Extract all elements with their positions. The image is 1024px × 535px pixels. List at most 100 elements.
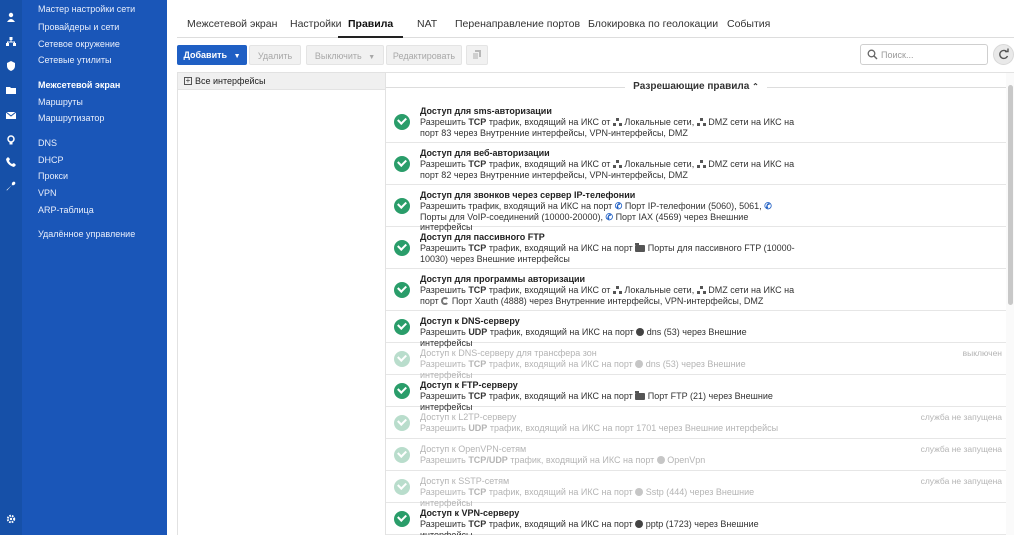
network-icon[interactable] [6,37,16,47]
tree-item-label: Все интерфейсы [195,76,266,86]
sidebar-item-arp[interactable]: ARP-таблица [38,204,94,216]
chevron-up-icon: ⌃ [752,82,759,91]
rule-title: Доступ к FTP-серверу [420,380,518,390]
rule-description: Разрешить TCP трафик, входящий на ИКС от… [420,285,795,306]
rule-title: Доступ для веб-авторизации [420,148,550,158]
settings-gear-icon[interactable] [6,514,16,524]
check-circle-icon [394,240,410,256]
sidebar-item-providers[interactable]: Провайдеры и сети [38,21,119,33]
rule-row[interactable]: Доступ к FTP-серверу Разрешить TCP трафик… [386,375,1006,412]
sidebar-item-router[interactable]: Маршрутизатор [38,112,104,124]
rule-title: Доступ к VPN-серверу [420,508,520,518]
sidebar: Мастер настройки сети Провайдеры и сети … [22,0,167,535]
rule-status: служба не запущена [920,476,1002,486]
scrollbar-thumb[interactable] [1008,85,1013,305]
wrench-icon[interactable] [6,181,16,191]
rule-description: Разрешить TCP/UDP трафик, входящий на ИК… [420,455,706,465]
add-button-label: Добавить [183,50,228,60]
rule-row[interactable]: Доступ для программы авторизации Разрешит… [386,269,1006,311]
tab-settings[interactable]: Настройки [290,10,342,38]
rule-title: Доступ к L2TP-серверу [420,412,517,422]
disable-button[interactable]: Выключить ▼ [306,45,384,65]
sidebar-item-network-wizard[interactable]: Мастер настройки сети [38,3,135,15]
rule-title: Доступ к OpenVPN-сетям [420,444,527,454]
bulb-icon[interactable] [6,135,16,145]
check-circle-icon [394,511,410,527]
rule-description: Разрешить TCP трафик, входящий на ИКС на… [420,243,795,264]
tree-item-all-interfaces[interactable]: + Все интерфейсы [178,73,385,90]
rule-description: Разрешить UDP трафик, входящий на ИКС на… [420,423,779,433]
check-circle-icon [394,319,410,335]
rule-title: Доступ к DNS-серверу для трансфера зон [420,348,597,358]
user-icon[interactable] [6,12,16,22]
rule-title: Доступ для звонков через сервер IP-телеф… [420,190,636,200]
rule-status: служба не запущена [920,444,1002,454]
sidebar-item-network-utils[interactable]: Сетевые утилиты [38,54,112,66]
sidebar-item-firewall[interactable]: Межсетевой экран [38,79,120,91]
sidebar-item-remote-mgmt[interactable]: Удалённое управление [38,228,135,240]
sidebar-item-vpn[interactable]: VPN [38,187,57,199]
search-input[interactable] [881,47,981,62]
rule-row[interactable]: Доступ для пассивного FTP Разрешить TCP т… [386,227,1006,269]
copy-button[interactable] [466,45,488,65]
rule-status: служба не запущена [920,412,1002,422]
rule-title: Доступ к SSTP-сетям [420,476,510,486]
rule-row[interactable]: Доступ к L2TP-серверу Разрешить UDP трафи… [386,407,1006,439]
rule-row[interactable]: Доступ для веб-авторизации Разрешить TCP … [386,143,1006,185]
sidebar-item-network-env[interactable]: Сетевое окружение [38,38,120,50]
tab-rules[interactable]: Правила [338,10,404,38]
rule-row[interactable]: Доступ к SSTP-сетям Разрешить TCP трафик,… [386,471,1006,508]
check-circle-icon [394,198,410,214]
rule-row[interactable]: Доступ к VPN-серверу Разрешить TCP трафик… [386,503,1006,535]
rule-status: выключен [962,348,1002,358]
phone-icon[interactable] [6,157,16,167]
rule-description: Разрешить TCP трафик, входящий на ИКС от… [420,117,795,138]
search-box [860,44,988,65]
sidebar-item-dhcp[interactable]: DHCP [38,154,64,166]
shield-icon[interactable] [6,61,16,71]
check-circle-icon [394,383,410,399]
folder-icon[interactable] [6,85,16,95]
rule-title: Доступ для пассивного FTP [420,232,545,242]
tab-geo-block[interactable]: Блокировка по геолокации [588,10,718,38]
check-circle-icon [394,282,410,298]
check-circle-disabled-icon [394,479,410,495]
disable-button-label: Выключить [314,51,362,61]
refresh-button[interactable] [993,44,1014,65]
tab-port-forwarding[interactable]: Перенаправление портов [455,10,580,38]
rule-title: Доступ для sms-авторизации [420,106,552,116]
rules-panel: Разрешающие правила ⌃ Доступ для sms-авт… [386,72,1014,535]
rules-section-header[interactable]: Разрешающие правила ⌃ [386,73,1006,101]
edit-button[interactable]: Редактировать [386,45,462,65]
check-circle-icon [394,156,410,172]
sidebar-item-routes[interactable]: Маршруты [38,96,83,108]
rule-title: Доступ к DNS-серверу [420,316,520,326]
tab-nat[interactable]: NAT [417,10,437,38]
add-button[interactable]: Добавить ▼ [177,45,247,65]
rule-row[interactable]: Доступ к DNS-серверу для трансфера зон Ра… [386,343,1006,380]
sidebar-item-dns[interactable]: DNS [38,137,57,149]
rule-description: Разрешить TCP трафик, входящий на ИКС от… [420,159,795,180]
expand-icon[interactable]: + [184,77,192,85]
rule-row[interactable]: Доступ к DNS-серверу Разрешить UDP трафик… [386,311,1006,348]
mail-icon[interactable] [5,110,17,120]
caret-down-icon: ▼ [233,53,241,60]
rules-section-title: Разрешающие правила [633,81,750,92]
icon-rail [0,0,22,535]
rule-title: Доступ для программы авторизации [420,274,586,284]
sidebar-item-proxy[interactable]: Прокси [38,170,68,182]
rule-row[interactable]: Доступ для sms-авторизации Разрешить TCP … [386,101,1006,143]
tab-firewall[interactable]: Межсетевой экран [187,10,277,38]
rule-row[interactable]: Доступ для звонков через сервер IP-телеф… [386,185,1006,232]
rule-row[interactable]: Доступ к OpenVPN-сетям Разрешить TCP/UDP … [386,439,1006,471]
refresh-icon [999,48,1009,60]
check-circle-disabled-icon [394,415,410,431]
rule-description: Разрешить TCP трафик, входящий на ИКС на… [420,519,759,535]
delete-button[interactable]: Удалить [249,45,301,65]
tab-events[interactable]: События [727,10,770,38]
check-circle-icon [394,114,410,130]
check-circle-disabled-icon [394,447,410,463]
interfaces-tree: + Все интерфейсы [177,72,386,535]
check-circle-disabled-icon [394,351,410,367]
tab-bar: Межсетевой экран Настройки Правила NAT П… [177,10,1014,38]
